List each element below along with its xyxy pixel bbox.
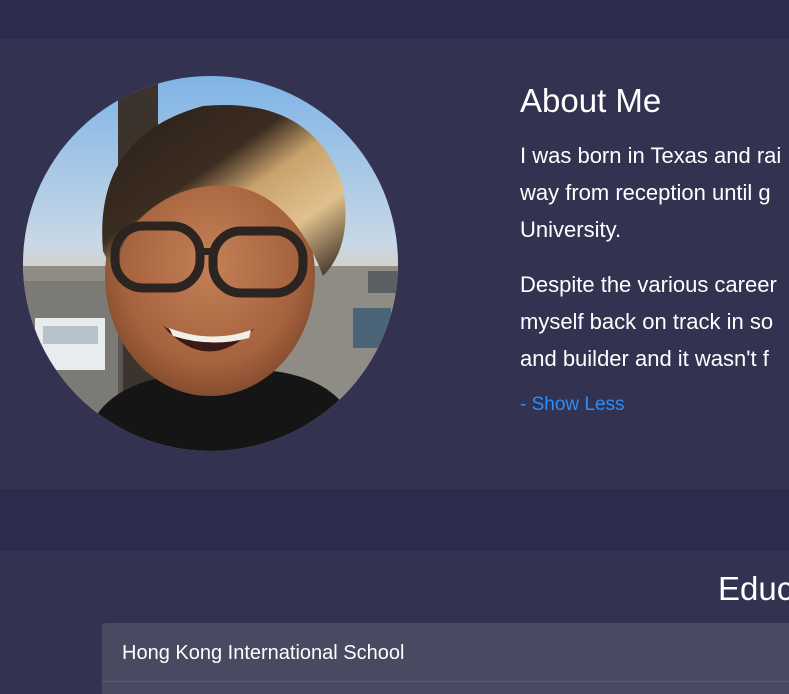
show-less-link[interactable]: - Show Less	[520, 393, 625, 417]
about-section: About Me I was born in Texas and rai way…	[0, 39, 789, 489]
about-paragraph-2-line: and builder and it wasn't f	[520, 346, 769, 371]
about-paragraph-2-line: myself back on track in so	[520, 309, 774, 334]
education-section: Educ Hong Kong International School	[0, 551, 789, 694]
about-paragraph-2-line: Despite the various career	[520, 272, 777, 297]
profile-avatar	[23, 76, 398, 451]
school-name: Hong Kong International School	[122, 642, 405, 664]
about-content: About Me I was born in Texas and rai way…	[520, 81, 789, 417]
about-paragraph-1-line: way from reception until g	[520, 180, 771, 205]
about-paragraph-2: Despite the various career myself back o…	[520, 266, 789, 377]
about-paragraph-1-line: I was born in Texas and rai	[520, 143, 782, 168]
page: About Me I was born in Texas and rai way…	[0, 0, 789, 694]
about-paragraph-1-line: University.	[520, 217, 622, 242]
school-card[interactable]: Hong Kong International School	[102, 623, 789, 694]
about-paragraph-1: I was born in Texas and rai way from rec…	[520, 137, 789, 248]
education-title: Educ	[718, 570, 789, 607]
about-title: About Me	[520, 82, 662, 119]
card-divider	[102, 681, 789, 682]
profile-photo-image	[23, 76, 398, 451]
